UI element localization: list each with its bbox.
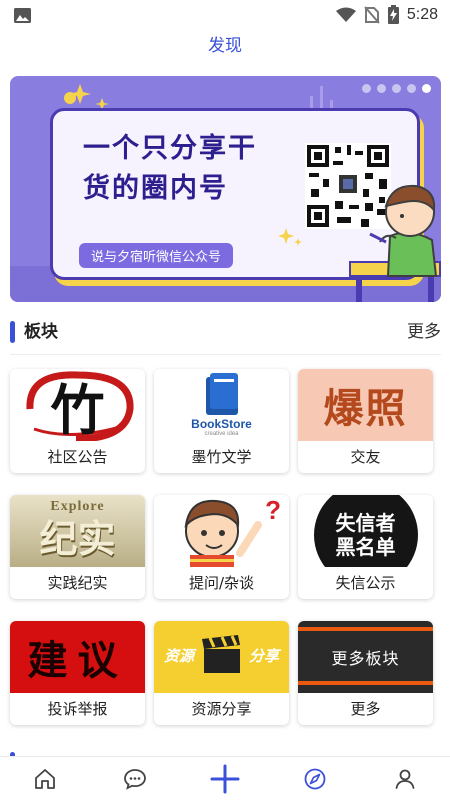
app-header: 发现 [0, 32, 450, 60]
page-title: 发现 [208, 36, 242, 56]
nav-home[interactable] [0, 757, 90, 800]
tile-thumb-text: 失信者黑名单 [335, 511, 396, 559]
board-tile-literature[interactable]: BookStore creative idea 墨竹文学 [154, 369, 289, 473]
tile-thumb-subtext: creative idea [204, 431, 239, 437]
board-tile-questions[interactable]: ? 提问/杂谈 [154, 495, 289, 599]
blacklist-badge: 失信者黑名单 [313, 495, 418, 567]
tile-label: 失信公示 [335, 574, 396, 592]
carousel-dot[interactable] [377, 84, 386, 93]
divider [10, 354, 441, 355]
tile-label: 社区公告 [47, 448, 108, 466]
banner-carousel[interactable]: 一个只分享干货的圈内号 说与夕宿听微信公众号 [10, 76, 441, 302]
boy-illustration [349, 184, 441, 302]
tile-thumb-text-2: 分享 [248, 647, 279, 665]
tile-thumbnail: ? [154, 495, 289, 567]
tile-thumb-text: 资源 [164, 647, 195, 665]
banner-headline: 一个只分享干货的圈内号 [83, 133, 257, 204]
board-tile-resources[interactable]: 资源 分享 资源分享 [154, 621, 289, 725]
tile-label: 资源分享 [191, 700, 252, 718]
carousel-dot[interactable] [392, 84, 401, 93]
tile-label: 提问/杂谈 [188, 574, 255, 592]
more-link[interactable]: 更多 [407, 318, 441, 346]
tile-thumbnail: BookStore creative idea [154, 369, 289, 441]
tile-thumb-text: ? [265, 495, 281, 525]
tile-thumb-text: 更多板块 [331, 649, 400, 668]
carousel-indicator [362, 84, 431, 93]
clapperboard-icon [202, 635, 240, 673]
sparkle-icon [278, 228, 302, 246]
bottom-navigation [0, 756, 450, 800]
tile-thumbnail: 竹 [10, 369, 145, 441]
nav-messages[interactable] [90, 757, 180, 800]
board-tile-complaint[interactable]: 建议 投诉举报 [10, 621, 145, 725]
banner-subline: 说与夕宿听微信公众号 [79, 243, 234, 268]
profile-icon [395, 769, 415, 789]
tile-label: 投诉举报 [47, 700, 108, 718]
status-bar: 5:28 [0, 0, 450, 32]
nav-profile[interactable] [360, 757, 450, 800]
board-tile-dating[interactable]: 爆照 交友 [298, 369, 433, 473]
tile-thumbnail: 建议 [10, 621, 145, 693]
board-tile-blacklist[interactable]: 失信者黑名单 失信公示 [298, 495, 433, 599]
tile-thumbnail: 更多板块 [298, 621, 433, 693]
tile-thumb-text: 纪实 [39, 516, 116, 561]
nav-add[interactable] [180, 757, 270, 800]
discover-icon [304, 768, 326, 789]
board-tile-practice[interactable]: Explore 纪实 实践纪实 [10, 495, 145, 599]
tile-thumb-text: BookStore [191, 417, 252, 431]
tile-thumbnail: 爆照 [298, 369, 433, 441]
tile-thumbnail: Explore 纪实 [10, 495, 145, 567]
wifi-icon [335, 7, 356, 22]
tile-label: 墨竹文学 [191, 448, 252, 466]
carousel-dot[interactable] [407, 84, 416, 93]
tile-thumb-text: 建议 [27, 637, 128, 684]
message-icon [124, 768, 146, 790]
home-icon [35, 768, 55, 789]
section-header: 板块 更多 [10, 318, 441, 346]
orange-stripe [298, 627, 433, 631]
tile-thumbnail: 资源 分享 [154, 621, 289, 693]
no-sim-icon [364, 5, 380, 24]
carousel-dot[interactable] [362, 84, 371, 93]
section-title: 板块 [24, 322, 58, 342]
board-tile-community-notice[interactable]: 竹 社区公告 [10, 369, 145, 473]
battery-charging-icon [387, 5, 399, 24]
tile-label: 交友 [350, 448, 381, 466]
gallery-icon [14, 8, 31, 23]
board-grid: 竹 社区公告 BookStore creative idea 墨竹文学 爆照 交… [10, 369, 434, 725]
carousel-dot-active[interactable] [422, 84, 431, 93]
tile-label: 更多 [350, 700, 381, 718]
tile-thumbnail: 失信者黑名单 [298, 495, 433, 567]
nav-discover[interactable] [270, 757, 360, 800]
tile-thumb-text: 爆照 [323, 385, 408, 432]
tile-label: 实践纪实 [47, 574, 108, 592]
book-icon [205, 373, 238, 415]
section-accent-bar [10, 321, 15, 343]
tile-thumb-text: 竹 [50, 377, 105, 442]
add-icon [210, 764, 240, 793]
status-time: 5:28 [406, 5, 438, 23]
tile-thumb-subtext: Explore [50, 499, 105, 514]
board-tile-more[interactable]: 更多板块 更多 [298, 621, 433, 725]
orange-stripe [298, 681, 433, 685]
